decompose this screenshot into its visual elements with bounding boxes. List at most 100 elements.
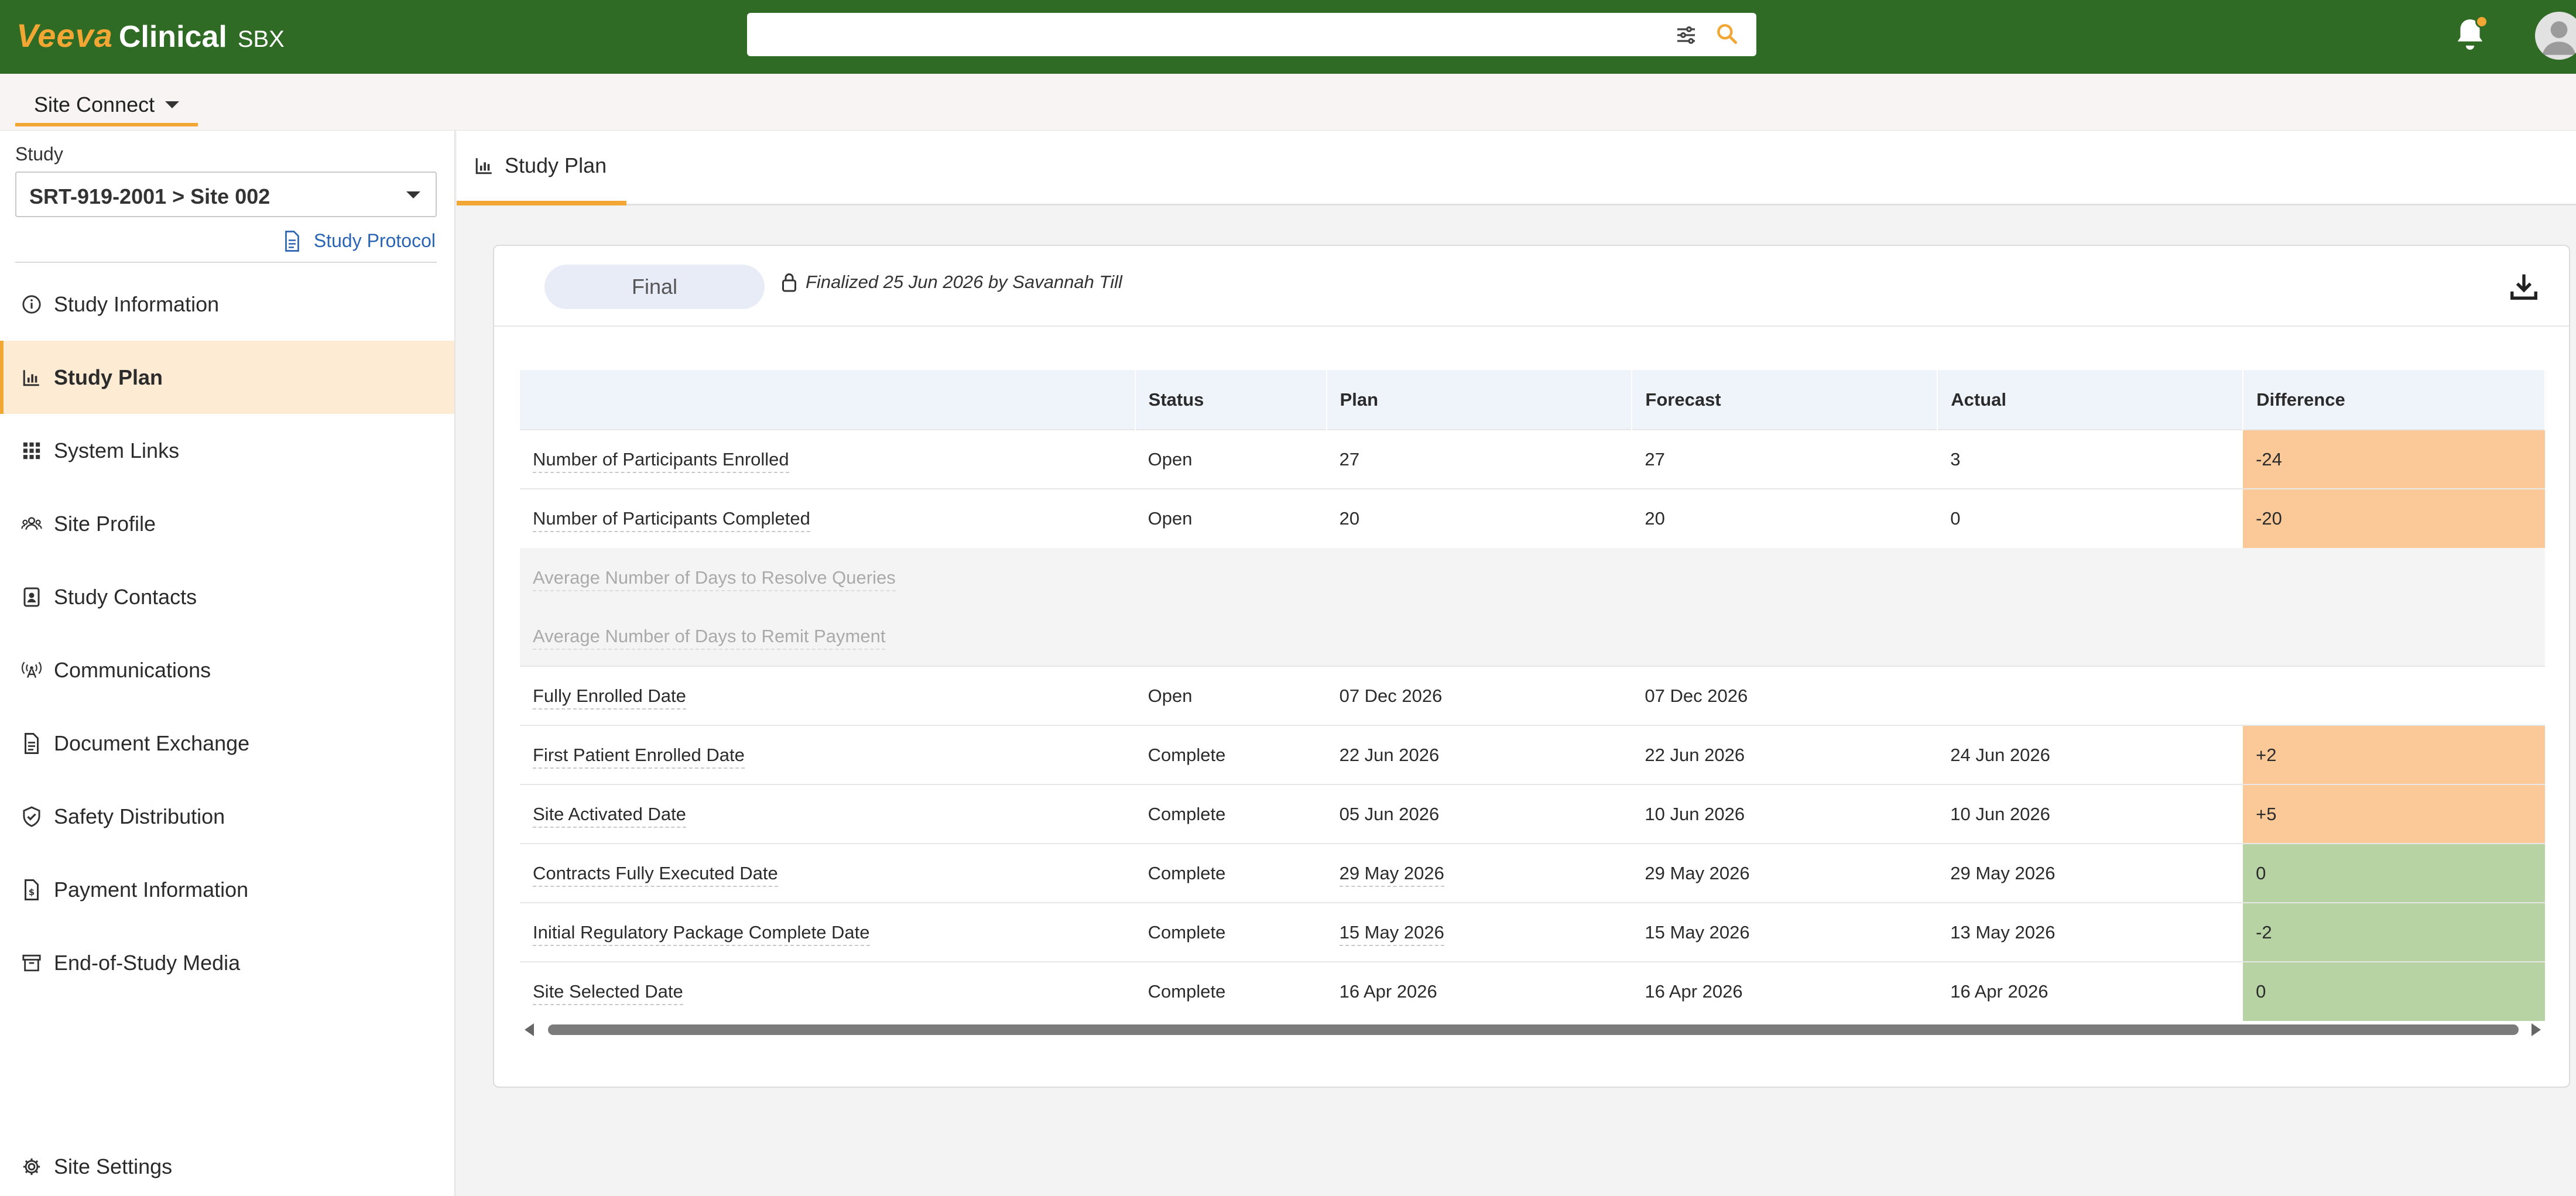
plan-cell: 05 Jun 2026: [1326, 784, 1632, 844]
study-protocol-label: Study Protocol: [313, 230, 436, 251]
search-icon[interactable]: [1714, 21, 1740, 47]
column-header-plan[interactable]: Plan: [1326, 370, 1633, 430]
column-header-forecast[interactable]: Forecast: [1632, 370, 1938, 430]
sidebar-item-end-of-study-media[interactable]: End-of-Study Media: [0, 926, 454, 999]
filter-tune-icon[interactable]: [1674, 23, 1698, 47]
scrollbar-thumb[interactable]: [548, 1024, 2519, 1035]
product-name: Clinical: [118, 20, 227, 54]
forecast-cell: [1632, 607, 1938, 666]
info-icon: [20, 293, 43, 316]
forecast-cell: 07 Dec 2026: [1632, 666, 1938, 725]
status-cell: Complete: [1135, 961, 1327, 1021]
sidebar-item-site-profile[interactable]: Site Profile: [0, 487, 454, 560]
table-row: Average Number of Days to Remit Payment: [520, 607, 2545, 666]
actual-cell: 13 May 2026: [1937, 902, 2243, 962]
sidebar-item-label: Safety Distribution: [54, 804, 225, 828]
sidebar-item-study-plan[interactable]: Study Plan: [0, 341, 454, 414]
metric-cell: Average Number of Days to Remit Payment: [520, 607, 1135, 666]
forecast-cell: 16 Apr 2026: [1632, 961, 1938, 1021]
metric-cell[interactable]: Site Selected Date: [520, 961, 1135, 1021]
actual-cell: 29 May 2026: [1937, 843, 2243, 903]
bar-chart-icon: [20, 366, 43, 389]
sidebar-item-document-exchange[interactable]: Document Exchange: [0, 707, 454, 780]
status-cell: Complete: [1135, 725, 1327, 784]
difference-cell: -24: [2243, 429, 2545, 489]
card-header: Final Finalized 25 Jun 2026 by Savannah …: [494, 246, 2569, 327]
difference-cell: [2243, 666, 2545, 725]
payment-doc-icon: $: [20, 878, 43, 902]
sidebar-item-communications[interactable]: Communications: [0, 633, 454, 707]
forecast-cell: 22 Jun 2026: [1632, 725, 1938, 784]
global-search[interactable]: [747, 13, 1756, 56]
sidebar-item-label: Site Profile: [54, 511, 156, 536]
sidebar-item-safety-distribution[interactable]: Safety Distribution: [0, 780, 454, 853]
difference-cell: -2: [2243, 902, 2545, 962]
sidebar-divider: [15, 262, 437, 263]
study-protocol-link[interactable]: Study Protocol: [283, 230, 436, 252]
app-logo[interactable]: Veeva Clinical SBX: [16, 16, 285, 57]
brand-name: Veeva: [16, 17, 113, 54]
column-header-status[interactable]: Status: [1135, 370, 1327, 430]
plan-cell: 27: [1326, 429, 1632, 489]
gear-icon: [20, 1155, 43, 1178]
study-selector[interactable]: SRT-919-2001 > Site 002: [15, 172, 437, 217]
finalized-info: Finalized 25 Jun 2026 by Savannah Till: [780, 272, 1122, 293]
chevron-down-icon: [406, 191, 420, 198]
difference-cell: 0: [2243, 961, 2545, 1021]
metric-cell[interactable]: Number of Participants Completed: [520, 488, 1135, 548]
status-cell: Open: [1135, 488, 1327, 548]
contact-book-icon: [20, 585, 43, 609]
download-icon[interactable]: [2508, 270, 2540, 302]
environment-label: SBX: [237, 26, 285, 52]
sidebar-item-label: Document Exchange: [54, 731, 250, 755]
sidebar-item-study-information[interactable]: Study Information: [0, 268, 454, 341]
tab-label: Study Plan: [505, 153, 607, 177]
status-cell: Complete: [1135, 902, 1327, 962]
status-cell: Complete: [1135, 784, 1327, 844]
tab-study-plan[interactable]: Study Plan: [457, 131, 627, 205]
shield-check-icon: [20, 805, 43, 828]
sidebar-item-site-settings[interactable]: Site Settings: [0, 1137, 454, 1196]
forecast-cell: [1632, 548, 1938, 607]
difference-cell: +5: [2243, 784, 2545, 844]
plan-cell[interactable]: 29 May 2026: [1326, 843, 1632, 903]
sidebar-item-study-contacts[interactable]: Study Contacts: [0, 560, 454, 633]
metric-cell[interactable]: Fully Enrolled Date: [520, 666, 1135, 725]
column-header-actual[interactable]: Actual: [1937, 370, 2244, 430]
table-row: Fully Enrolled Date Open 07 Dec 2026 07 …: [520, 666, 2545, 725]
sub-navigation-bar: Site Connect: [0, 74, 2576, 131]
sidebar-item-label: System Links: [54, 438, 180, 462]
metric-cell[interactable]: First Patient Enrolled Date: [520, 725, 1135, 784]
grid-icon: [20, 439, 43, 462]
actual-cell: [1937, 607, 2243, 666]
sidebar-item-label: End-of-Study Media: [54, 950, 241, 975]
sidebar-item-system-links[interactable]: System Links: [0, 414, 454, 487]
forecast-cell: 29 May 2026: [1632, 843, 1938, 903]
horizontal-scrollbar[interactable]: [520, 1020, 2546, 1040]
actual-cell: 0: [1937, 488, 2243, 548]
column-header-difference[interactable]: Difference: [2243, 370, 2546, 430]
scroll-right-icon[interactable]: [2532, 1023, 2541, 1036]
main-tab-bar: Study Plan: [457, 131, 2576, 205]
archive-box-icon: [20, 951, 43, 975]
metric-cell[interactable]: Contracts Fully Executed Date: [520, 843, 1135, 903]
svg-text:$: $: [29, 887, 35, 897]
plan-cell[interactable]: 15 May 2026: [1326, 902, 1632, 962]
table-row: Site Selected Date Complete 16 Apr 2026 …: [520, 961, 2545, 1021]
metric-cell[interactable]: Site Activated Date: [520, 784, 1135, 844]
chevron-down-icon: [165, 101, 180, 108]
plan-cell: [1326, 607, 1632, 666]
site-connect-menu[interactable]: Site Connect: [15, 87, 198, 126]
study-selector-value: SRT-919-2001 > Site 002: [29, 184, 270, 208]
status-cell: Open: [1135, 429, 1327, 489]
actual-cell: [1937, 666, 2243, 725]
user-avatar[interactable]: [2535, 12, 2576, 60]
sidebar-item-payment-information[interactable]: $ Payment Information: [0, 853, 454, 926]
scroll-left-icon[interactable]: [525, 1023, 534, 1036]
metric-cell[interactable]: Initial Regulatory Package Complete Date: [520, 902, 1135, 962]
table-row: Average Number of Days to Resolve Querie…: [520, 548, 2545, 607]
metric-cell[interactable]: Number of Participants Enrolled: [520, 429, 1135, 489]
forecast-cell: 20: [1632, 488, 1938, 548]
study-plan-card: Final Finalized 25 Jun 2026 by Savannah …: [493, 245, 2570, 1088]
sidebar-item-label: Study Plan: [54, 365, 163, 389]
